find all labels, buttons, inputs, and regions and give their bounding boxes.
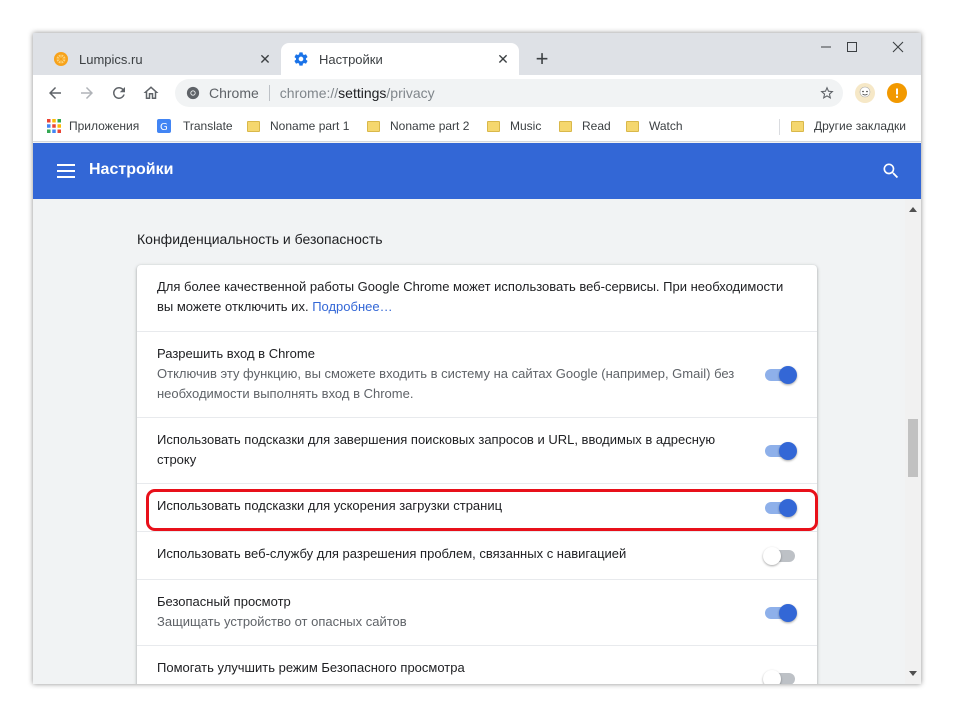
bookmark-label: Read <box>582 119 611 133</box>
gear-icon <box>293 51 309 67</box>
toggle-switch[interactable] <box>763 365 797 385</box>
scroll-up-icon[interactable] <box>909 207 917 212</box>
bookmark-apps[interactable]: Приложения <box>47 118 139 134</box>
tab-close-icon[interactable]: ✕ <box>493 49 513 69</box>
vertical-scrollbar[interactable] <box>905 199 921 684</box>
update-alert-icon[interactable] <box>887 83 907 103</box>
setting-row-improve-safe-browsing[interactable]: Помогать улучшить режим Безопасного прос… <box>137 645 817 684</box>
address-bar[interactable]: Chrome chrome://settings/privacy <box>175 79 843 107</box>
bookmark-translate[interactable]: G Translate <box>157 118 233 134</box>
tab-lumpics[interactable]: Lumpics.ru ✕ <box>41 43 281 75</box>
bookmark-star-icon[interactable] <box>817 83 837 103</box>
toggle-switch[interactable] <box>763 441 797 461</box>
folder-icon <box>791 120 804 132</box>
orange-favicon-icon <box>53 51 69 67</box>
profile-avatar-icon[interactable] <box>855 83 875 103</box>
settings-header: Настройки <box>33 143 921 199</box>
back-button[interactable] <box>41 79 69 107</box>
new-tab-button[interactable]: + <box>530 46 554 71</box>
maximize-button[interactable] <box>829 33 875 61</box>
bookmark-noname-part-1[interactable]: Noname part 1 <box>247 118 349 134</box>
setting-title: Помогать улучшить режим Безопасного прос… <box>157 660 465 675</box>
toggle-switch[interactable] <box>763 546 797 566</box>
bookmarks-divider <box>779 119 780 135</box>
bookmark-label: Другие закладки <box>814 119 906 133</box>
bookmark-label: Приложения <box>69 119 140 133</box>
bookmark-music[interactable]: Music <box>487 118 541 134</box>
folder-icon <box>626 120 639 132</box>
reload-button[interactable] <box>105 79 133 107</box>
bookmark-read[interactable]: Read <box>559 118 611 134</box>
settings-content: Конфиденциальность и безопасность Для бо… <box>33 199 905 684</box>
maximize-icon <box>847 42 857 52</box>
setting-row-search-suggestions[interactable]: Использовать подсказки для завершения по… <box>137 417 817 483</box>
menu-icon[interactable] <box>57 162 75 180</box>
bookmark-watch[interactable]: Watch <box>626 118 683 134</box>
forward-arrow-icon <box>81 87 93 99</box>
scroll-down-icon[interactable] <box>909 671 917 676</box>
folder-icon <box>367 120 380 132</box>
svg-text:G: G <box>160 122 168 133</box>
bookmark-label: Watch <box>649 119 683 133</box>
browser-toolbar: Chrome chrome://settings/privacy <box>33 75 921 111</box>
learn-more-link[interactable]: Подробнее… <box>312 299 392 314</box>
home-button[interactable] <box>137 79 165 107</box>
bookmark-noname-part-2[interactable]: Noname part 2 <box>367 118 469 134</box>
tab-title: Lumpics.ru <box>79 51 143 67</box>
intro-text: Для более качественной работы Google Chr… <box>157 279 784 314</box>
chrome-page-icon <box>185 85 201 101</box>
setting-subtitle: Защищать устройство от опасных сайтов <box>157 614 407 629</box>
folder-icon <box>487 120 500 132</box>
tab-strip: Lumpics.ru ✕ Настройки ✕ + <box>33 33 921 75</box>
tab-close-icon[interactable]: ✕ <box>255 49 275 69</box>
page-title: Настройки <box>89 161 174 178</box>
setting-subtitle: Отключив эту функцию, вы сможете входить… <box>157 366 735 401</box>
forward-button[interactable] <box>73 79 101 107</box>
browser-window: Lumpics.ru ✕ Настройки ✕ + Chrome chrome… <box>33 33 921 684</box>
tab-settings[interactable]: Настройки ✕ <box>281 43 519 75</box>
setting-row-navigation-errors[interactable]: Использовать веб-службу для разрешения п… <box>137 531 817 579</box>
setting-title: Использовать подсказки для завершения по… <box>157 432 716 467</box>
folder-icon <box>559 120 572 132</box>
highlight-outline <box>146 489 818 531</box>
toggle-switch[interactable] <box>763 669 797 684</box>
tab-title: Настройки <box>319 51 383 67</box>
setting-row-safe-browsing[interactable]: Безопасный просмотр Защищать устройство … <box>137 579 817 645</box>
bookmark-other-bookmarks[interactable]: Другие закладки <box>791 118 906 134</box>
omnibox-divider <box>268 85 270 101</box>
toggle-switch[interactable] <box>763 603 797 623</box>
scrollbar-thumb[interactable] <box>908 419 918 477</box>
bookmark-label: Music <box>510 119 542 133</box>
folder-icon <box>247 120 260 132</box>
close-window-button[interactable] <box>875 33 921 61</box>
bookmark-label: Noname part 2 <box>390 119 470 133</box>
url-text: chrome://settings/privacy <box>279 85 435 101</box>
close-icon <box>892 41 904 53</box>
setting-row-sign-in[interactable]: Разрешить вход в Chrome Отключив эту фун… <box>137 331 817 417</box>
section-title: Конфиденциальность и безопасность <box>137 231 383 247</box>
reload-icon <box>112 86 125 99</box>
search-icon[interactable] <box>881 161 901 181</box>
setting-title: Использовать веб-службу для разрешения п… <box>157 546 627 561</box>
apps-grid-icon <box>47 119 61 133</box>
bookmark-label: Translate <box>183 119 233 133</box>
bookmark-label: Noname part 1 <box>270 119 350 133</box>
intro-row: Для более качественной работы Google Chr… <box>137 265 817 331</box>
page-scheme-label: Chrome <box>209 85 259 101</box>
setting-title: Разрешить вход в Chrome <box>157 346 315 361</box>
back-arrow-icon <box>49 87 61 99</box>
translate-icon: G <box>157 119 171 133</box>
privacy-settings-card: Для более качественной работы Google Chr… <box>137 265 817 684</box>
bookmarks-bar: Приложения G Translate Noname part 1 Non… <box>33 111 921 142</box>
home-icon <box>143 86 159 99</box>
setting-title: Безопасный просмотр <box>157 594 291 609</box>
